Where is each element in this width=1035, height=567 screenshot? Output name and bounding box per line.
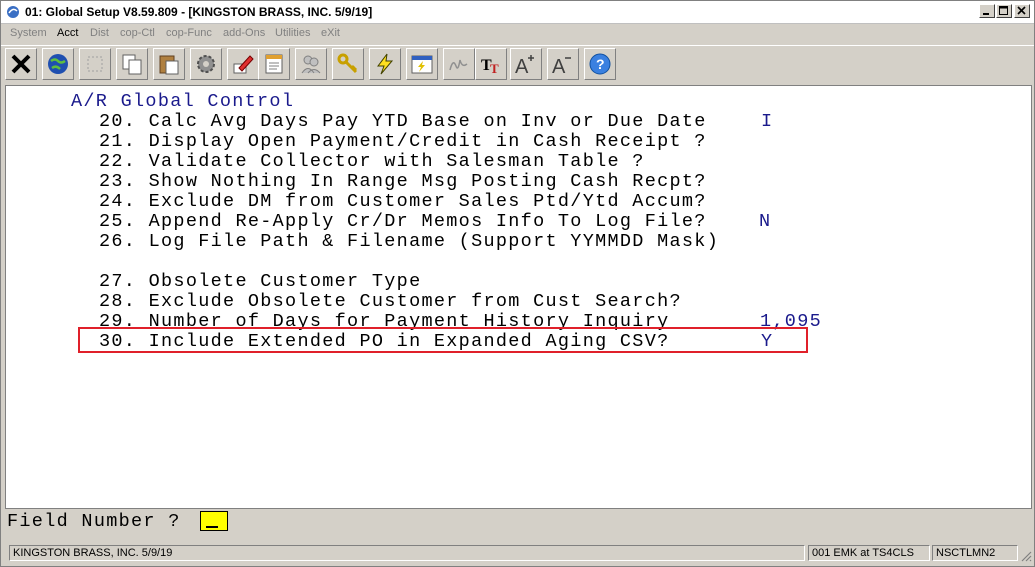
lightning-button[interactable] bbox=[369, 48, 401, 80]
svg-text:A: A bbox=[552, 56, 566, 76]
app-icon bbox=[7, 6, 19, 18]
field-25-value: N bbox=[759, 211, 772, 232]
paste-icon bbox=[159, 55, 179, 75]
close-icon bbox=[1017, 6, 1026, 15]
window-title: 01: Global Setup V8.59.809 - [KINGSTON B… bbox=[25, 5, 373, 19]
font-tt-icon: TT bbox=[481, 57, 499, 76]
font-increase-icon: A bbox=[515, 55, 534, 76]
resize-grip-icon[interactable] bbox=[1020, 550, 1032, 562]
globe-button[interactable] bbox=[42, 48, 74, 80]
status-bar: KINGSTON BRASS, INC. 5/9/19 001 EMK at T… bbox=[1, 542, 1034, 564]
field-number-prompt: Field Number ? bbox=[7, 511, 181, 532]
svg-text:A: A bbox=[515, 56, 529, 76]
prompt-area: Field Number ? bbox=[1, 509, 1034, 541]
main-window: 01: Global Setup V8.59.809 - [KINGSTON B… bbox=[0, 0, 1035, 567]
paste-button[interactable] bbox=[153, 48, 185, 80]
people-icon bbox=[301, 55, 321, 74]
field-23-label[interactable]: 23. Show Nothing In Range Msg Posting Ca… bbox=[99, 172, 707, 192]
signature-button[interactable] bbox=[443, 48, 475, 80]
help-icon: ? bbox=[589, 53, 611, 75]
signature-icon bbox=[449, 59, 468, 71]
minimize-icon bbox=[983, 13, 989, 15]
close-x-button[interactable] bbox=[5, 48, 37, 80]
copy-icon bbox=[122, 54, 142, 75]
field-27-label[interactable]: 27. Obsolete Customer Type bbox=[99, 272, 421, 292]
status-program: NSCTLMN2 bbox=[932, 545, 1018, 561]
menu-bar: System Acct Dist cop-Ctl cop-Func add-On… bbox=[1, 24, 1034, 44]
globe-icon bbox=[48, 54, 68, 74]
edit-pencil-icon bbox=[233, 55, 254, 74]
font-decrease-icon: A bbox=[552, 56, 571, 76]
field-24-label[interactable]: 24. Exclude DM from Customer Sales Ptd/Y… bbox=[99, 192, 707, 212]
font-decrease-button[interactable]: A bbox=[547, 48, 579, 80]
field-number-input[interactable] bbox=[200, 511, 228, 531]
gear-icon bbox=[197, 55, 215, 73]
blank-button[interactable] bbox=[79, 48, 111, 80]
keys-icon bbox=[337, 53, 358, 74]
screen-heading: A/R Global Control bbox=[71, 91, 295, 112]
menu-cop-ctl[interactable]: cop-Ctl bbox=[120, 27, 155, 39]
keys-button[interactable] bbox=[332, 48, 364, 80]
terminal-screen: A/R Global Control 20. Calc Avg Days Pay… bbox=[5, 85, 1032, 509]
menu-dist[interactable]: Dist bbox=[90, 27, 109, 39]
field-28-label[interactable]: 28. Exclude Obsolete Customer from Cust … bbox=[99, 292, 682, 312]
title-bar[interactable]: 01: Global Setup V8.59.809 - [KINGSTON B… bbox=[1, 1, 1034, 24]
field-20-label[interactable]: 20. Calc Avg Days Pay YTD Base on Inv or… bbox=[99, 112, 707, 132]
close-button[interactable] bbox=[1014, 4, 1030, 18]
notepad-icon bbox=[265, 54, 283, 74]
menu-utilities[interactable]: Utilities bbox=[275, 27, 310, 39]
field-22-label[interactable]: 22. Validate Collector with Salesman Tab… bbox=[99, 152, 645, 172]
notepad-button[interactable] bbox=[258, 48, 290, 80]
field-21-label[interactable]: 21. Display Open Payment/Credit in Cash … bbox=[99, 132, 707, 152]
menu-acct[interactable]: Acct bbox=[57, 27, 78, 39]
close-x-icon bbox=[11, 54, 31, 74]
text-cursor bbox=[206, 526, 218, 528]
help-button[interactable]: ? bbox=[584, 48, 616, 80]
menu-add-ons[interactable]: add-Ons bbox=[223, 27, 265, 39]
blank-icon bbox=[87, 56, 103, 72]
field-20-value: I bbox=[761, 111, 774, 132]
copy-button[interactable] bbox=[116, 48, 148, 80]
highlight-box bbox=[78, 327, 808, 353]
font-button[interactable]: TT bbox=[475, 48, 507, 80]
edit-button[interactable] bbox=[227, 48, 259, 80]
minimize-button[interactable] bbox=[979, 4, 995, 18]
font-increase-button[interactable]: A bbox=[510, 48, 542, 80]
menu-exit[interactable]: eXit bbox=[321, 27, 340, 39]
menu-system[interactable]: System bbox=[10, 27, 47, 39]
calendar-lightning-button[interactable] bbox=[406, 48, 438, 80]
status-company: KINGSTON BRASS, INC. 5/9/19 bbox=[9, 545, 805, 561]
svg-text:?: ? bbox=[596, 56, 605, 72]
users-button[interactable] bbox=[295, 48, 327, 80]
maximize-button[interactable] bbox=[996, 4, 1012, 18]
toolbar: TT A A ? bbox=[1, 45, 1034, 84]
lightning-icon bbox=[377, 53, 394, 75]
maximize-icon bbox=[999, 6, 1008, 15]
field-25-label[interactable]: 25. Append Re-Apply Cr/Dr Memos Info To … bbox=[99, 212, 707, 232]
status-session: 001 EMK at TS4CLS bbox=[808, 545, 930, 561]
field-26-label[interactable]: 26. Log File Path & Filename (Support YY… bbox=[99, 232, 719, 252]
settings-button[interactable] bbox=[190, 48, 222, 80]
calendar-lightning-icon bbox=[411, 55, 433, 74]
menu-cop-func[interactable]: cop-Func bbox=[166, 27, 212, 39]
svg-text:T: T bbox=[490, 61, 499, 76]
